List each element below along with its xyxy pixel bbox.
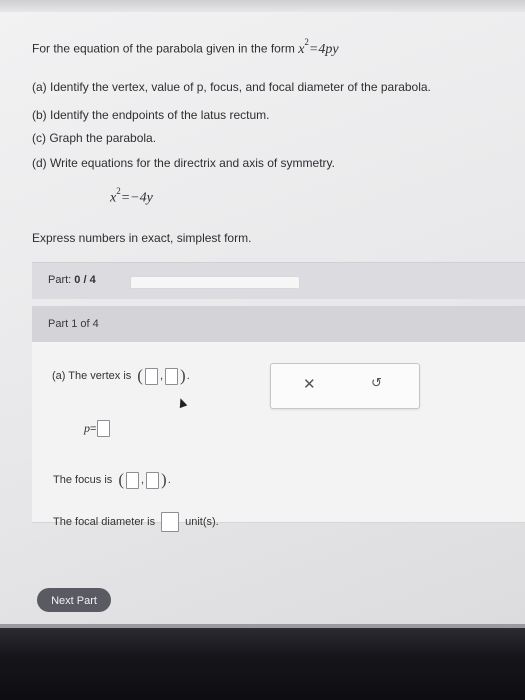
open-paren: ( <box>137 366 143 385</box>
comma: , <box>159 370 164 382</box>
given-equation: x2=−4y <box>110 186 153 206</box>
vertex-label: (a) The vertex is <box>52 370 132 382</box>
focus-x-input[interactable] <box>125 471 139 489</box>
part-header: Part 1 of 4 <box>32 306 525 342</box>
problem-intro: For the equation of the parabola given i… <box>32 41 295 56</box>
monitor-bezel <box>0 628 525 700</box>
vertex-x-input[interactable] <box>144 367 158 385</box>
question-part-d: (d) Write equations for the directrix an… <box>32 156 335 170</box>
focal-diameter-label: The focal diameter is <box>53 516 156 528</box>
comma: , <box>140 474 145 486</box>
focal-diameter-input[interactable] <box>161 512 180 532</box>
focal-diameter-row: The focal diameter is unit(s). <box>53 512 219 532</box>
instruction-text: Express numbers in exact, simplest form. <box>32 231 252 245</box>
p-input[interactable] <box>97 420 111 437</box>
close-paren: ) <box>161 470 167 489</box>
progress-track <box>130 276 300 289</box>
form-equation: x2=4py <box>298 37 339 57</box>
focus-y-input[interactable] <box>146 471 160 489</box>
part-progress-label: Part: 0 / 4 <box>48 274 96 286</box>
vertex-y-input[interactable] <box>165 367 179 385</box>
close-paren: ) <box>180 366 186 385</box>
answer-toolbox: ✕ ↺ <box>270 363 420 409</box>
vertex-row: (a) The vertex is ( , ) . <box>52 366 190 386</box>
question-part-c: (c) Graph the parabola. <box>32 131 157 145</box>
open-paren: ( <box>118 470 124 489</box>
question-part-b: (b) Identify the endpoints of the latus … <box>32 108 270 122</box>
undo-icon[interactable]: ↺ <box>371 375 382 391</box>
question-part-a: (a) Identify the vertex, value of p, foc… <box>32 80 431 94</box>
screen-top-edge <box>0 0 525 12</box>
focus-label: The focus is <box>53 474 113 486</box>
next-part-button[interactable]: Next Part <box>37 588 111 612</box>
focus-row: The focus is ( , ) . <box>53 470 171 490</box>
period: . <box>167 474 171 486</box>
p-row: p = <box>84 420 111 437</box>
problem-statement: For the equation of the parabola given i… <box>32 37 339 58</box>
part-header-label: Part 1 of 4 <box>48 318 99 330</box>
p-equals: = <box>90 422 97 435</box>
period: . <box>186 370 190 382</box>
clear-icon[interactable]: ✕ <box>303 375 316 393</box>
part-progress-bar: Part: 0 / 4 <box>32 262 525 299</box>
focal-diameter-unit: unit(s). <box>185 516 219 528</box>
